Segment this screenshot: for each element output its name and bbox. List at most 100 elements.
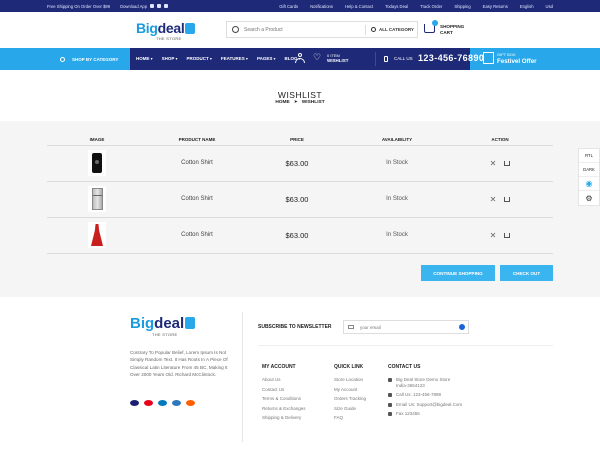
table-row: Cotton Shirt $63.00 In Stock ✕ bbox=[47, 145, 553, 182]
android-icon[interactable] bbox=[157, 3, 162, 8]
footer-link-terms[interactable]: Terms & Conditions bbox=[262, 396, 306, 406]
discover-icon bbox=[186, 400, 195, 406]
header-product-name: PRODUCT NAME bbox=[147, 134, 247, 146]
settings-gear-icon[interactable]: ⚙ bbox=[579, 191, 599, 205]
contact-phone: Call Us: 123-456-7898 bbox=[388, 392, 462, 398]
dress-image[interactable] bbox=[88, 222, 106, 248]
contact-fax-text: Fax 123456 bbox=[396, 411, 420, 416]
topbar-link-help[interactable]: Help & Contact bbox=[345, 4, 373, 9]
phone-number[interactable]: 123-456-76890 bbox=[418, 53, 484, 63]
checkout-button[interactable]: CHECK OUT bbox=[500, 265, 553, 281]
rtl-toggle[interactable]: RTL bbox=[579, 149, 599, 163]
product-name[interactable]: Cotton Shirt bbox=[147, 145, 247, 182]
contact-email-text[interactable]: Email Us: Support@bigdeal.Com bbox=[396, 402, 462, 408]
free-shipping-text: Free Shipping On Order Over $99 bbox=[47, 3, 111, 9]
festival-offer-label: Festivel Offer bbox=[497, 58, 537, 65]
product-price: $63.00 bbox=[247, 145, 347, 182]
footer-link-size-guide[interactable]: Size Guide bbox=[334, 406, 366, 416]
category-icon bbox=[371, 27, 376, 32]
footer-link-my-account[interactable]: My Account bbox=[334, 387, 366, 397]
topbar-link-shipping[interactable]: Shipping bbox=[454, 4, 470, 9]
topbar-link-gift-cards[interactable]: Gift Cards bbox=[279, 4, 298, 9]
cart-label: SHOPPING CART bbox=[440, 24, 480, 36]
gift-box-label: GIFT BOX bbox=[497, 52, 516, 57]
phone-icon bbox=[384, 56, 388, 62]
footer-link-shipping[interactable]: Shipping & Delivery bbox=[262, 415, 306, 425]
footer-link-returns[interactable]: Returns & Exchanges bbox=[262, 406, 306, 416]
breadcrumb-home[interactable]: HOME bbox=[275, 100, 289, 105]
continue-shopping-button[interactable]: CONTINUE SHOPPING bbox=[421, 265, 495, 281]
footer-link-orders-tracking[interactable]: Orders Tracking bbox=[334, 396, 366, 406]
menu-features[interactable]: FEATURES bbox=[221, 56, 248, 61]
menu-product[interactable]: PRODUCT bbox=[187, 56, 212, 61]
newsletter-email-input[interactable] bbox=[360, 322, 450, 332]
footer-logo-big: Big bbox=[130, 315, 155, 332]
product-name[interactable]: Cotton Shirt bbox=[147, 181, 247, 218]
footer-hline bbox=[258, 345, 553, 346]
topbar-link-track-order[interactable]: Track Order bbox=[420, 4, 442, 9]
newsletter-title: SUBSCRIBE TO NEWSLETTER bbox=[258, 324, 332, 330]
footer-link-contact-us[interactable]: Contact Us bbox=[262, 387, 306, 397]
footer-my-account: MY ACCOUNT About Us Contact Us Terms & C… bbox=[262, 364, 306, 425]
language-select[interactable]: English bbox=[520, 4, 534, 9]
download-app-link[interactable]: Download App bbox=[120, 3, 169, 9]
add-to-cart-icon[interactable] bbox=[504, 160, 511, 166]
product-availability: In Stock bbox=[347, 145, 447, 182]
category-dropdown[interactable]: ALL CATEGORY bbox=[379, 27, 414, 32]
logo-big: Big bbox=[136, 20, 158, 36]
user-icon[interactable] bbox=[295, 53, 305, 64]
topbar-link-todays-deal[interactable]: Todays Deal bbox=[385, 4, 408, 9]
add-to-cart-icon[interactable] bbox=[504, 232, 511, 238]
footer-about-text: Contrary To Popular Belief, Lorem Ipsum … bbox=[130, 350, 228, 378]
site-logo[interactable]: Bigdeal THE STORE bbox=[136, 20, 196, 41]
currency-select[interactable]: Usd bbox=[546, 4, 553, 9]
mail-icon bbox=[348, 325, 354, 329]
wishlist-link[interactable]: 0 ITEM WISHLIST bbox=[327, 53, 349, 63]
header: Bigdeal THE STORE ALL CATEGORY SHOPPINGC… bbox=[0, 12, 600, 48]
add-to-cart-icon[interactable] bbox=[504, 196, 511, 202]
gift-box-offer[interactable]: GIFT BOX Festivel Offer bbox=[480, 48, 553, 70]
footer-quick-link: QUICK LINK Store Location My Account Ord… bbox=[334, 364, 366, 425]
menu-home[interactable]: HOME bbox=[136, 56, 153, 61]
apple-icon[interactable] bbox=[150, 3, 155, 8]
footer-logo-subtitle: THE STORE bbox=[152, 332, 178, 337]
fridge-image[interactable] bbox=[88, 186, 106, 212]
header-image: IMAGE bbox=[47, 134, 147, 146]
topbar-link-easy-returns[interactable]: Easy Returns bbox=[483, 4, 508, 9]
footer-bag-icon bbox=[185, 317, 196, 329]
footer-link-faq[interactable]: FAQ bbox=[334, 415, 366, 425]
footer-divider bbox=[242, 312, 243, 442]
remove-icon[interactable]: ✕ bbox=[490, 231, 497, 240]
header-action: ACTION bbox=[447, 134, 553, 146]
shop-by-category-button[interactable]: SHOP BY CATEGORY bbox=[47, 48, 130, 70]
footer-logo[interactable]: Bigdeal THE STORE bbox=[130, 315, 196, 337]
footer-contact-us: CONTACT US Big Deal Store Demo Store Ind… bbox=[388, 364, 462, 421]
footer-link-store-location[interactable]: Store Location bbox=[334, 377, 366, 387]
product-name[interactable]: Cotton Shirt bbox=[147, 217, 247, 254]
footer-link-about-us[interactable]: About Us bbox=[262, 377, 306, 387]
search-icon[interactable] bbox=[232, 26, 239, 33]
table-row: Cotton Shirt $63.00 In Stock ✕ bbox=[47, 181, 553, 218]
product-price: $63.00 bbox=[247, 217, 347, 254]
my-account-title: MY ACCOUNT bbox=[262, 364, 296, 370]
menu-pages[interactable]: PAGES bbox=[257, 56, 276, 61]
menu-shop[interactable]: SHOP bbox=[162, 56, 178, 61]
windows-icon[interactable] bbox=[164, 3, 169, 8]
remove-icon[interactable]: ✕ bbox=[490, 195, 497, 204]
search-bar: ALL CATEGORY bbox=[226, 21, 418, 38]
phone-image[interactable] bbox=[88, 150, 106, 176]
palette-icon[interactable]: ◉ bbox=[579, 177, 599, 191]
quick-link-title: QUICK LINK bbox=[334, 364, 364, 370]
remove-icon[interactable]: ✕ bbox=[490, 159, 497, 168]
cart-badge bbox=[432, 20, 438, 26]
heart-icon[interactable]: ♡ bbox=[313, 52, 321, 62]
contact-us-title: CONTACT US bbox=[388, 364, 421, 370]
call-us-label: CALL US bbox=[394, 56, 413, 61]
breadcrumb-current: WISHLIST bbox=[301, 100, 325, 105]
dark-toggle[interactable]: DARK bbox=[579, 163, 599, 177]
topbar-link-notifications[interactable]: Notifications bbox=[310, 4, 333, 9]
diners-icon bbox=[158, 400, 167, 406]
app-store-icons[interactable] bbox=[150, 3, 169, 8]
submit-arrow-icon[interactable] bbox=[459, 324, 465, 330]
search-input[interactable] bbox=[244, 23, 364, 36]
